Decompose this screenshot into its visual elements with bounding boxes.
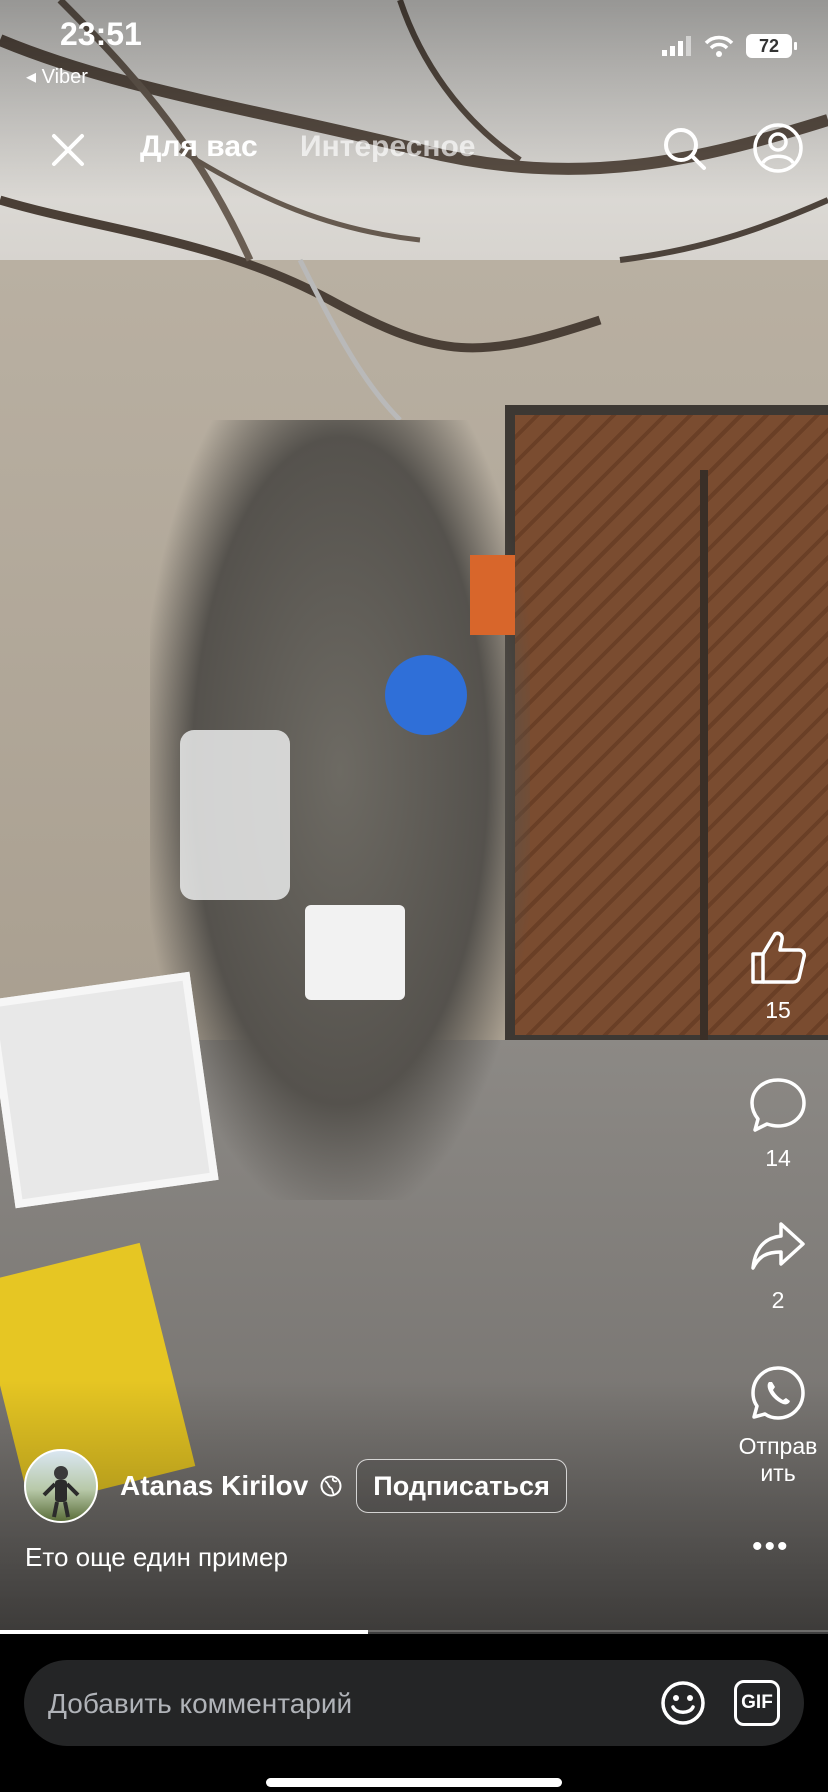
wifi-icon	[704, 35, 734, 57]
comment-bar: Добавить комментарий GIF	[0, 1634, 828, 1792]
send-label: Отправ ить	[738, 1433, 818, 1486]
video-blue-helmet	[385, 655, 467, 735]
search-icon[interactable]	[660, 124, 708, 172]
more-options-button[interactable]: •••	[752, 1530, 790, 1564]
whatsapp-icon	[751, 1366, 805, 1420]
emoji-icon[interactable]	[660, 1680, 706, 1726]
status-time: 23:51	[60, 16, 142, 52]
status-icons: 72	[662, 34, 797, 58]
comment-input[interactable]: Добавить комментарий GIF	[24, 1660, 804, 1746]
signal-icon	[662, 36, 691, 56]
like-count: 15	[765, 997, 791, 1023]
video-white-jug	[180, 730, 290, 900]
video-old-tv	[0, 971, 219, 1209]
send-whatsapp-button[interactable]: Отправ ить	[728, 1364, 828, 1487]
avatar[interactable]	[24, 1449, 98, 1523]
subscribe-button[interactable]: Подписаться	[356, 1459, 567, 1513]
author-row: Atanas Kirilov Подписаться	[24, 1449, 567, 1523]
thumbs-up-icon	[751, 931, 806, 984]
tab-interesting[interactable]: Интересное	[300, 130, 476, 164]
tab-for-you[interactable]: Для вас	[140, 130, 258, 164]
comment-placeholder: Добавить комментарий	[48, 1688, 353, 1719]
video-gate-seam	[700, 470, 708, 1040]
globe-icon	[320, 1475, 342, 1497]
comment-count: 14	[765, 1145, 791, 1171]
profile-icon[interactable]	[752, 122, 804, 174]
share-button[interactable]: 2	[728, 1218, 828, 1314]
gif-button[interactable]: GIF	[734, 1680, 780, 1726]
comment-button[interactable]: 14	[728, 1076, 828, 1172]
back-to-app-link[interactable]: ◂ Viber	[26, 64, 88, 89]
avatar-person-icon	[42, 1466, 80, 1518]
video-bucket	[305, 905, 405, 1000]
top-navigation: Для вас Интересное	[0, 118, 828, 180]
comment-bubble-icon	[750, 1078, 806, 1132]
share-arrow-icon	[751, 1222, 805, 1270]
close-icon[interactable]	[48, 130, 88, 170]
share-count: 2	[771, 1287, 785, 1313]
battery-icon: 72	[746, 34, 797, 58]
video-orange-item	[470, 555, 515, 635]
post-caption[interactable]: Ето още един пример	[25, 1542, 288, 1573]
like-button[interactable]: 15	[728, 928, 828, 1024]
author-name[interactable]: Atanas Kirilov	[120, 1470, 308, 1502]
home-indicator	[266, 1778, 562, 1787]
